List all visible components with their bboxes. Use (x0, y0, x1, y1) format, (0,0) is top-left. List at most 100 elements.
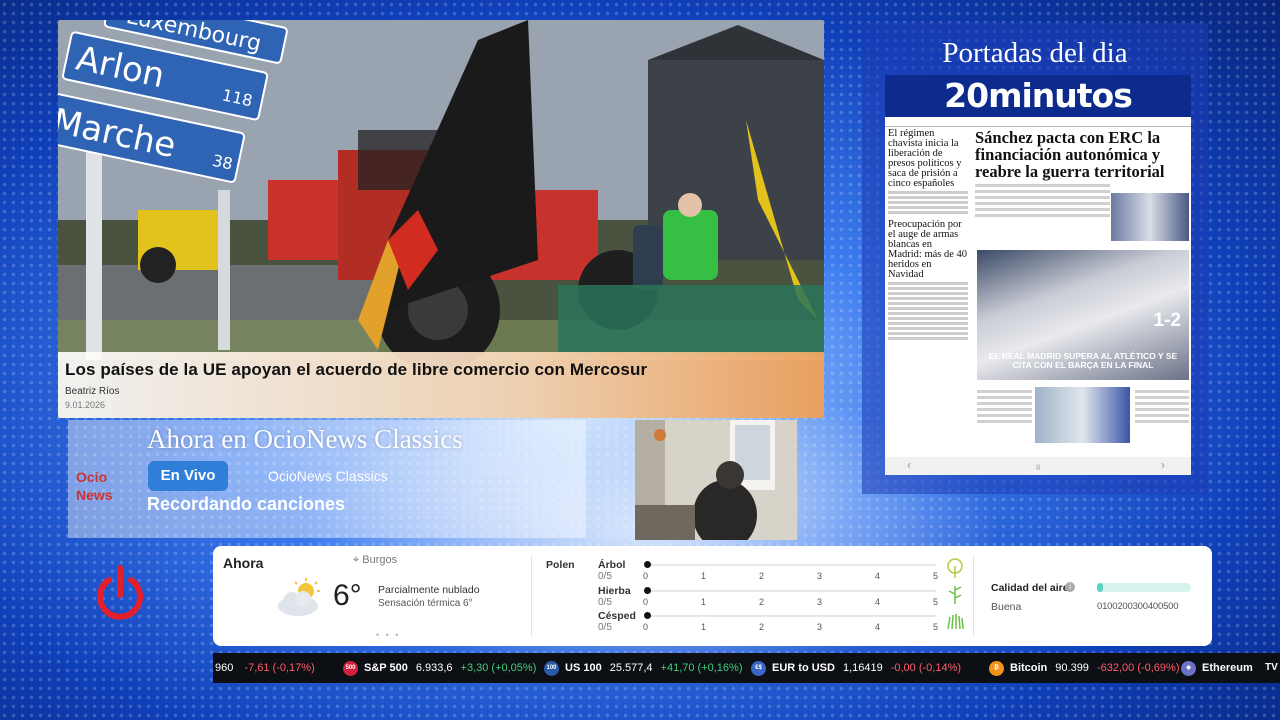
grass-icon (947, 614, 964, 629)
paper-photo-score: 1-2 (1153, 310, 1181, 331)
pollen-tick: 2 (759, 571, 765, 581)
pollen-track (646, 590, 936, 592)
ticker-change: -632,00 (-0,69%) (1096, 662, 1180, 674)
location-pin-icon: ⌖ (353, 554, 360, 566)
pollen-name: Césped (598, 610, 636, 622)
weather-panel[interactable]: Ahora ⌖ Burgos 6° Parcialmente nublado S… (213, 546, 1212, 646)
weather-now-label: Ahora (223, 555, 264, 571)
weather-location-name: Burgos (362, 554, 398, 566)
paper-small-photo (1111, 193, 1189, 241)
us100-icon: 100 (544, 660, 559, 676)
sp500-icon: 500 (343, 660, 358, 676)
partly-cloudy-icon (278, 578, 320, 616)
paper-dateline (885, 117, 1191, 127)
power-icon[interactable] (95, 565, 145, 623)
paper-pause-button[interactable]: ॥ (1035, 460, 1040, 473)
pollen-value: 0/5 (598, 622, 612, 633)
pollen-name: Hierba (598, 585, 631, 597)
weather-location[interactable]: ⌖ Burgos (353, 554, 397, 567)
pollen-tick: 2 (759, 597, 765, 607)
ticker-item[interactable]: ◆ Ethereum (1181, 653, 1253, 683)
pollen-tick: 1 (701, 622, 707, 632)
divider (531, 556, 532, 636)
weather-temperature: 6° (333, 579, 362, 612)
paper-masthead: 20minutos (885, 75, 1191, 117)
paper-main-headline: Sánchez pacta con ERC la financiación au… (975, 128, 1165, 181)
paper-next-button[interactable]: › (1161, 458, 1165, 472)
tree-icon (947, 558, 963, 578)
news-author: Beatriz Ríos (65, 386, 120, 397)
paper-navigation: ‹ ॥ › (885, 457, 1191, 475)
news-card[interactable]: Luxembourg Arlon 118 Marche 38 Los paíse… (58, 20, 824, 418)
pollen-tick: 5 (933, 622, 939, 632)
pollen-track (646, 615, 936, 617)
paper-big-photo: 1-2 EL REAL MADRID SUPERA AL ATLÉTICO Y … (977, 250, 1189, 380)
pollen-level-dot (644, 612, 651, 619)
ticker-name: S&P 500 (364, 662, 408, 674)
air-quality-title: Calidad del aire (991, 582, 1069, 594)
pollen-level-dot (644, 587, 651, 594)
pollen-value: 0/5 (598, 571, 612, 582)
ticker-item[interactable]: 960 -7,61 (-0,17%) (215, 653, 315, 683)
ticker-name: Ethereum (1202, 662, 1253, 674)
ticker-change: +3,30 (+0,05%) (460, 662, 537, 674)
pollen-track (646, 564, 936, 566)
pollen-tick: 3 (817, 597, 823, 607)
air-quality-status: Buena (991, 601, 1022, 613)
ethereum-icon: ◆ (1181, 660, 1196, 676)
ocionews-panel[interactable]: Ocio News Ahora en OcioNews Classics En … (68, 420, 586, 538)
pollen-tick: 3 (817, 622, 823, 632)
pollen-name: Árbol (598, 559, 626, 571)
air-quality-bar (1097, 583, 1191, 592)
pollen-row-hierba: Hierba 0/5 0 1 2 3 4 5 (598, 585, 962, 610)
weed-icon (948, 586, 962, 604)
ticker-price: 90.399 (1055, 662, 1089, 674)
pollen-row-arbol: Árbol 0/5 0 1 2 3 4 5 (598, 558, 963, 584)
ticker-name: EUR to USD (772, 662, 835, 674)
news-title[interactable]: Los países de la UE apoyan el acuerdo de… (65, 360, 817, 380)
ticker-item[interactable]: 500 S&P 500 6.933,6 +3,30 (+0,05%) (343, 653, 536, 683)
pollen-tick: 5 (933, 571, 939, 581)
ticker-change: -7,61 (-0,17%) (244, 662, 315, 674)
ticker-price: 25.577,4 (609, 662, 653, 674)
paper-photo-caption: EL REAL MADRID SUPERA AL ATLÉTICO Y SE C… (988, 351, 1178, 370)
paper-prev-button[interactable]: ‹ (907, 458, 911, 472)
news-caption: Los países de la UE apoyan el acuerdo de… (58, 352, 824, 418)
live-badge[interactable]: En Vivo (148, 461, 228, 491)
pollen-tick: 2 (759, 622, 765, 632)
pollen-tick: 4 (875, 622, 881, 632)
paper-left-headline-1: El régimen chavista inicia la liberación… (888, 128, 962, 189)
ticker-price: 960 (215, 662, 234, 674)
pollen-value: 0/5 (598, 597, 612, 608)
ticker-item[interactable]: €$ EUR to USD 1,16419 -0,00 (-0,14%) (751, 653, 961, 683)
pollen-tick: 4 (875, 597, 881, 607)
news-date: 9.01.2026 (65, 400, 106, 410)
divider (973, 556, 974, 636)
info-icon[interactable]: i (1065, 582, 1075, 592)
pollen-tick: 0 (643, 597, 649, 607)
ocionews-heading: Ahora en OcioNews Classics (147, 424, 463, 454)
pollen-tick: 3 (817, 571, 823, 581)
ticker-price: 1,16419 (842, 662, 883, 674)
frontpage-panel-title: Portadas del dia (942, 37, 1128, 69)
live-video-frame (635, 420, 797, 540)
ticker-price: 6.933,6 (415, 662, 453, 674)
weather-feels-like: Sensación térmica 6° (378, 598, 473, 609)
pollen-tick: 1 (701, 597, 707, 607)
weather-pager[interactable]: • • • (376, 630, 400, 640)
ocionews-song: Recordando canciones (147, 494, 346, 514)
ticker-item[interactable]: 100 US 100 25.577,4 +41,70 (+0,16%) (544, 653, 742, 683)
newspaper-cover[interactable]: 20minutos El régimen chavista inicia la … (885, 75, 1191, 475)
pollen-tick: 1 (701, 571, 707, 581)
tradingview-logo: TV (1265, 662, 1278, 673)
live-video[interactable] (635, 420, 797, 540)
pollen-tick: 0 (643, 622, 649, 632)
ticker-item[interactable]: ₿ Bitcoin 90.399 -632,00 (-0,69%) (989, 653, 1179, 683)
ocionews-logo: Ocio News (76, 469, 113, 503)
ticker-change: -0,00 (-0,14%) (890, 662, 962, 674)
eurusd-icon: €$ (751, 660, 766, 676)
market-ticker[interactable]: 960 -7,61 (-0,17%) 500 S&P 500 6.933,6 +3,3… (213, 653, 1280, 683)
pollen-tick: 5 (933, 597, 939, 607)
pollen-title: Polen (546, 559, 575, 571)
bitcoin-icon: ₿ (989, 660, 1004, 676)
